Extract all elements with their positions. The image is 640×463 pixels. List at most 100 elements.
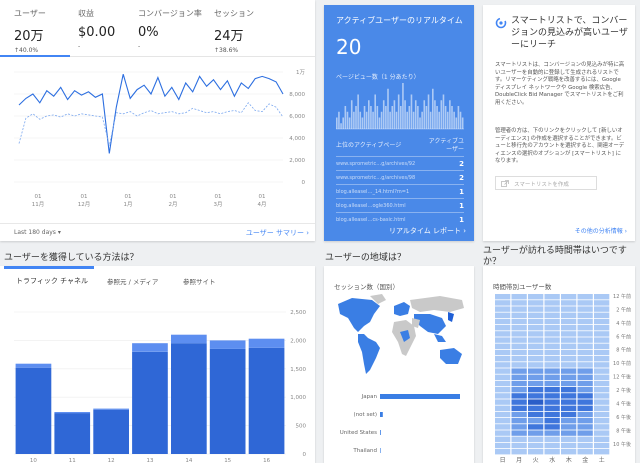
smartlist-icon	[495, 17, 507, 29]
active-tab-underline	[4, 266, 94, 269]
heatmap-cell	[577, 362, 593, 368]
heatmap-cell	[594, 430, 610, 436]
heatmap-cell	[561, 306, 577, 312]
heatmap-cell	[577, 374, 593, 380]
page-path: www.sprometric…g/archives/98	[336, 175, 416, 181]
heatmap-cell	[594, 349, 610, 356]
pageview-bar	[340, 123, 342, 129]
heatmap-cell	[544, 337, 560, 343]
user-summary-link[interactable]: ユーザー サマリー ›	[246, 228, 309, 238]
x-tick-label: 11月	[32, 201, 45, 208]
pageview-bar	[365, 111, 368, 129]
hour-label: 12 午後	[613, 374, 631, 381]
pageview-bar	[404, 100, 406, 129]
pageview-bar	[389, 111, 391, 129]
heatmap-cell	[561, 399, 577, 405]
heatmap-cell	[511, 380, 527, 387]
metric-sessions[interactable]: セッション 24万 ↑38.6%	[214, 8, 254, 54]
active-user-count: 2	[459, 174, 464, 182]
heatmap-cell	[594, 449, 610, 455]
heatmap-cell	[577, 405, 593, 411]
heatmap-cell	[594, 300, 610, 306]
heatmap-cell	[528, 405, 544, 411]
heatmap-cell	[528, 349, 544, 356]
heatmap-cell	[577, 418, 593, 424]
metric-revenue[interactable]: 収益 $0.00 -	[78, 8, 115, 50]
heatmap-cell	[511, 387, 527, 393]
heatmap-cell	[511, 325, 527, 331]
pageview-bar	[453, 111, 455, 129]
page-path: blog.alleasel…_14.html?m=1	[336, 189, 410, 195]
heatmap-cell	[511, 405, 527, 411]
metric-users[interactable]: ユーザー 20万 ↑40.0%	[14, 8, 46, 54]
heatmap-cell	[594, 418, 610, 424]
pageview-bar	[451, 106, 453, 129]
date-range-selector[interactable]: Last 180 days ▾	[14, 229, 61, 236]
tab-referrals[interactable]: 参照サイト	[183, 276, 216, 286]
heatmap-cell	[561, 337, 577, 343]
more-insights-link[interactable]: その他の分析情報 ›	[575, 226, 627, 235]
geo-chart-title: セッション数（国別）	[334, 283, 399, 291]
acquisition-bar-chart: 2,500 2,000 1,500 1,000 500 0 10 11 12 13 14 15 16	[14, 310, 307, 463]
pageview-bar	[353, 111, 355, 129]
heatmap-cell	[511, 306, 527, 312]
create-smartlist-label: スマートリストを作成	[514, 182, 569, 188]
tab-source-medium[interactable]: 参照元 / メディア	[107, 276, 158, 286]
pageview-bar	[374, 94, 376, 129]
country-label: Thailand	[352, 448, 377, 454]
heatmap-cell	[544, 430, 560, 436]
x-tick-label: 01	[35, 194, 42, 200]
world-map[interactable]	[330, 292, 470, 380]
pageview-bar	[370, 106, 372, 129]
heatmap-cell	[495, 424, 511, 430]
heatmap-cell	[594, 331, 610, 337]
x-tick-label: 10	[30, 458, 37, 463]
heatmap-cell	[495, 436, 511, 442]
heatmap-cell	[528, 393, 544, 399]
heatmap-cell	[561, 387, 577, 393]
day-label: 木	[566, 456, 572, 463]
heatmap-cell	[544, 343, 560, 349]
heatmap-cell	[528, 294, 544, 300]
bar-segment-main	[93, 409, 129, 454]
heatmap-cell	[511, 436, 527, 442]
pageview-bar	[412, 111, 415, 129]
create-smartlist-button[interactable]: スマートリストを作成	[495, 176, 597, 190]
heatmap-cell	[594, 343, 610, 349]
realtime-report-link[interactable]: リアルタイム レポート ›	[389, 226, 466, 236]
metric-conversion-rate[interactable]: コンバージョン率 0% -	[138, 8, 202, 50]
acquisition-heading: ユーザーを獲得している方法は？	[4, 253, 139, 263]
heatmap-cell	[528, 331, 544, 337]
metric-label: セッション	[214, 9, 254, 18]
heatmap-cell	[594, 362, 610, 368]
heatmap-cell	[495, 380, 511, 387]
y-tick-label: 500	[296, 424, 307, 430]
external-link-icon	[501, 180, 509, 187]
pageview-bar	[459, 111, 462, 129]
heatmap-cell	[577, 356, 593, 362]
pageview-bar	[440, 100, 443, 129]
table-row[interactable]: www.sprometric…g/archives/98 2	[336, 170, 464, 184]
table-row[interactable]: blog.alleasel…ogle360.html 1	[336, 198, 464, 212]
bar-segment-main	[54, 413, 91, 454]
geo-card: セッション数（国別） Japan (not set) United States Th…	[324, 266, 474, 463]
heatmap-cell	[577, 411, 593, 418]
pageviews-bar-chart	[336, 83, 464, 130]
table-row[interactable]: www.sprometric…g/archives/92 2	[336, 156, 464, 170]
pageview-bar	[438, 111, 440, 129]
heatmap-cell	[561, 380, 577, 387]
heatmap-cell	[594, 387, 610, 393]
heatmap-cell	[544, 325, 560, 331]
overview-card: ユーザー 20万 ↑40.0% 収益 $0.00 - コンバージョン率 0% -…	[0, 0, 315, 241]
bar-segment-main	[15, 367, 52, 454]
heatmap-cell	[528, 300, 544, 306]
pageview-bar	[346, 111, 349, 129]
table-row[interactable]: blog.alleasel…_14.html?m=1 1	[336, 184, 464, 198]
table-row[interactable]: blog.alleasel…cs-basic.html 1	[336, 212, 464, 226]
series-line-current	[18, 74, 284, 154]
tab-traffic-channel[interactable]: トラフィック チャネル	[16, 276, 88, 286]
heatmap-cell	[544, 424, 560, 430]
heatmap-cell	[594, 393, 610, 399]
heatmap-cell	[544, 393, 560, 399]
heatmap-cell	[594, 325, 610, 331]
